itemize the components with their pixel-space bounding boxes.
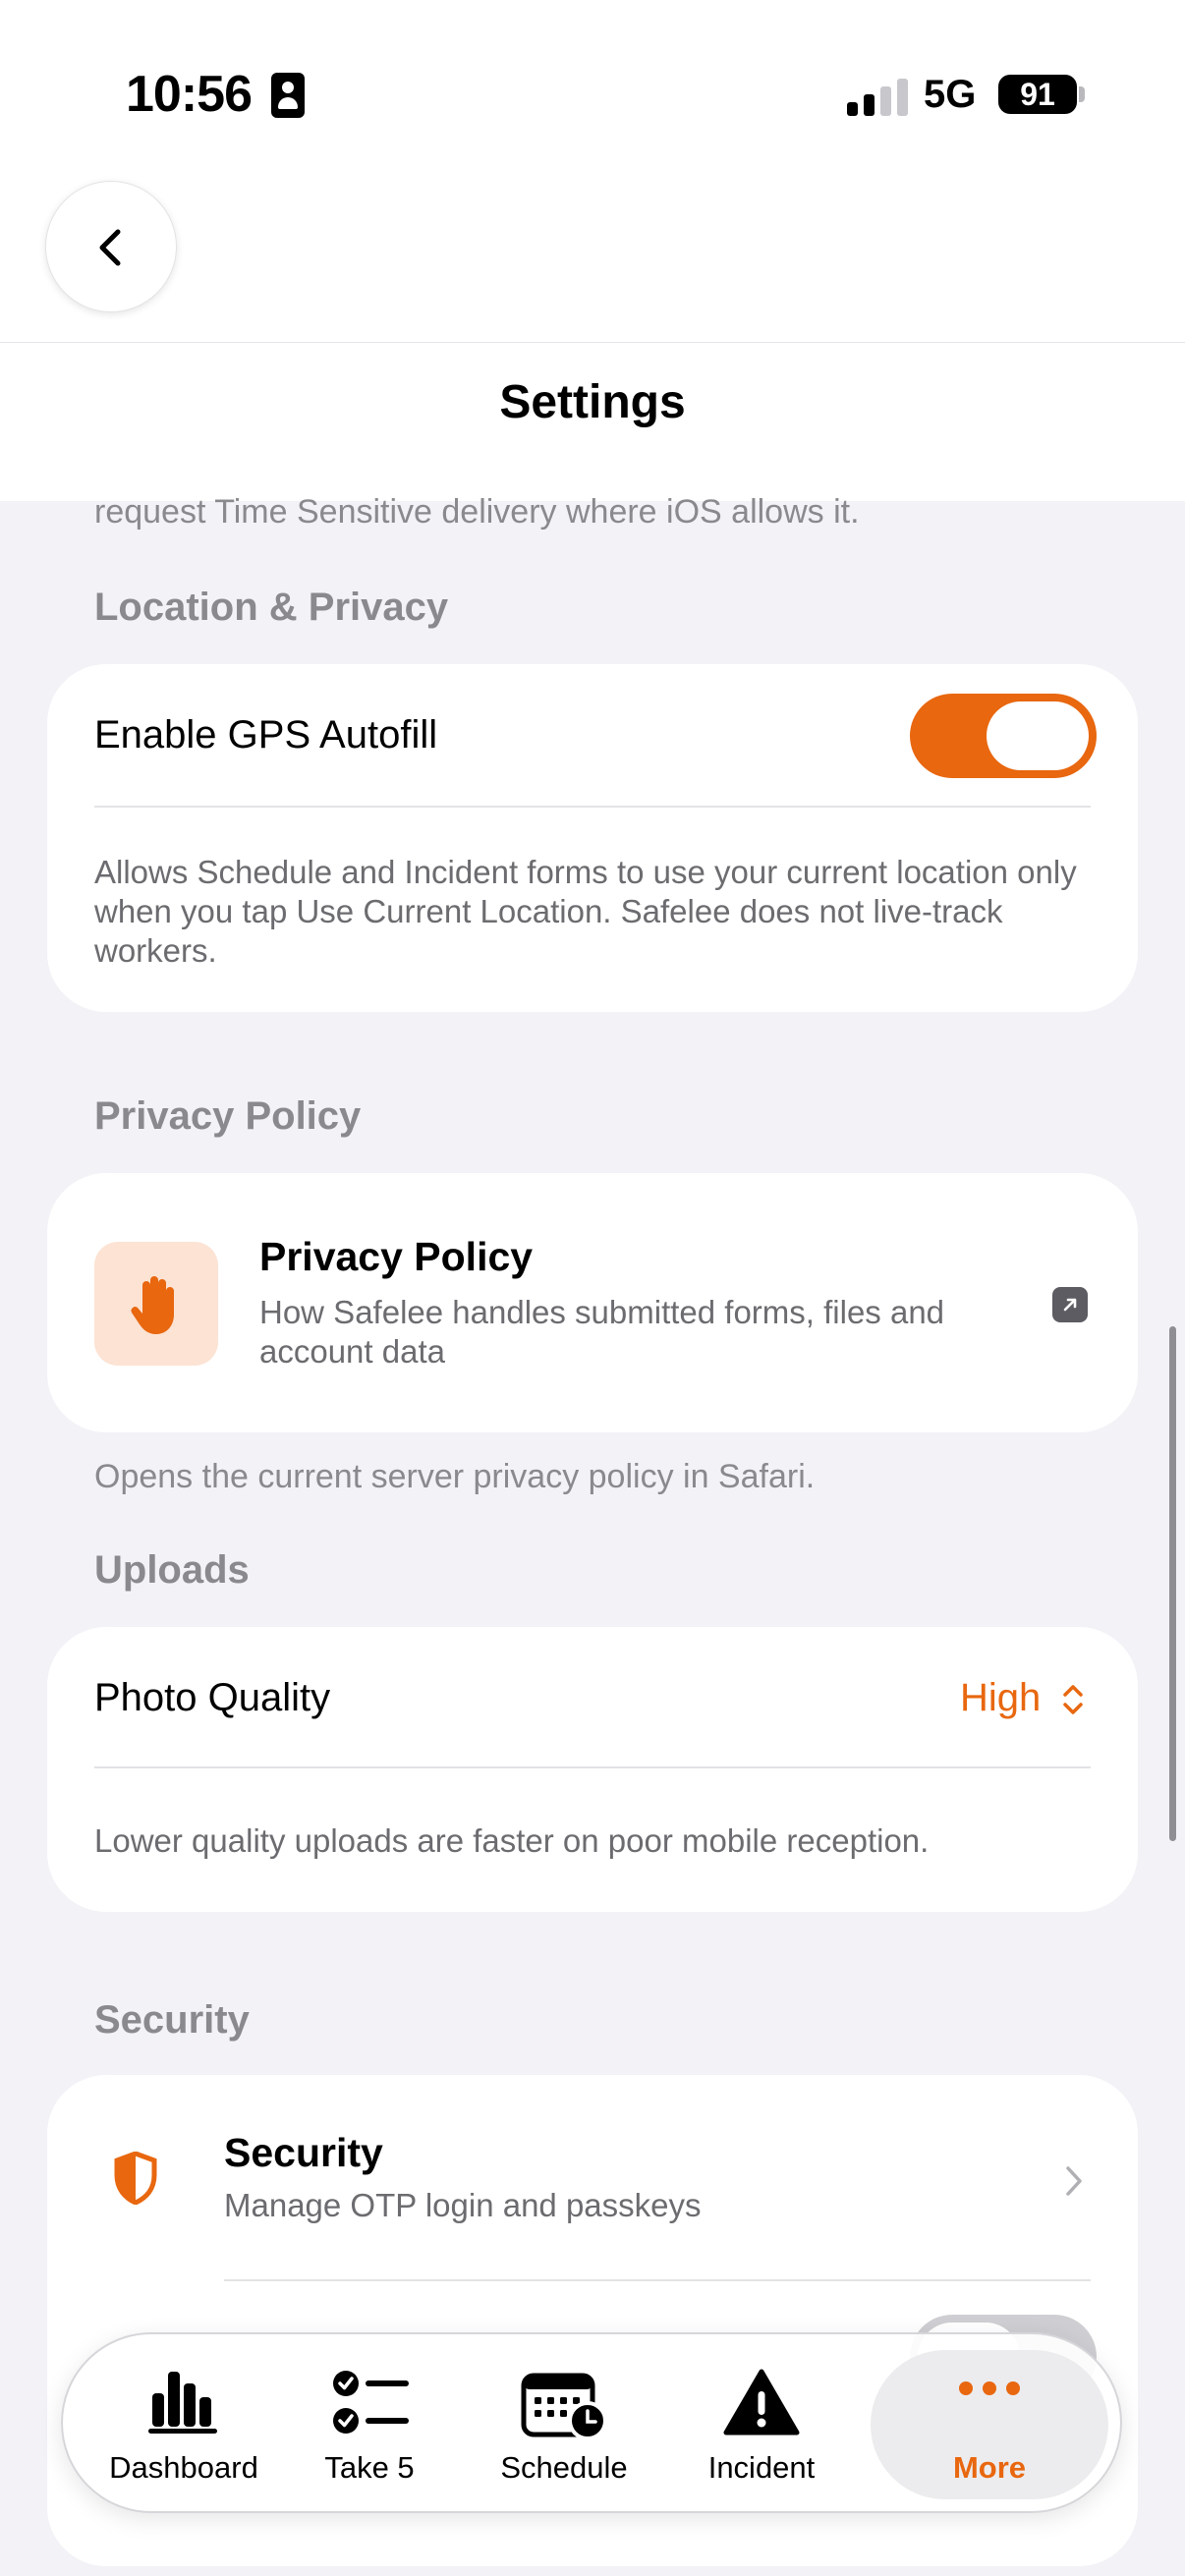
photo-quality-picker[interactable]: High — [960, 1676, 1041, 1720]
tab-dashboard[interactable]: Dashboard — [90, 2334, 277, 2515]
external-link-icon — [1052, 1287, 1088, 1322]
chevron-left-icon — [99, 229, 121, 266]
security-subtitle: Manage OTP login and passkeys — [224, 2187, 702, 2223]
tab-dashboard-label: Dashboard — [109, 2450, 258, 2485]
gps-autofill-description: Allows Schedule and Incident forms to us… — [94, 854, 1077, 969]
warning-icon — [723, 2369, 800, 2436]
hand-icon — [131, 1276, 174, 1334]
signal-icon — [847, 77, 910, 116]
back-button[interactable] — [45, 181, 177, 312]
security-title[interactable]: Security — [224, 2130, 383, 2176]
row-divider — [94, 806, 1091, 808]
gps-autofill-label: Enable GPS Autofill — [94, 713, 438, 756]
calendar-clock-icon — [521, 2373, 607, 2440]
battery-nub — [1079, 86, 1085, 102]
battery-icon: 91 — [998, 75, 1077, 114]
scroll-indicator — [1169, 1326, 1176, 1841]
page-title: Settings — [499, 376, 686, 428]
row-divider — [94, 1766, 1091, 1768]
navigation-header — [0, 157, 1185, 501]
shield-icon — [114, 2152, 157, 2205]
tab-incident-label: Incident — [707, 2450, 816, 2485]
header-divider — [0, 342, 1185, 343]
tab-bar: Dashboard Take 5 Schedule Incident More — [61, 2332, 1122, 2513]
more-dots-icon — [959, 2381, 1020, 2395]
notifications-footer: request Time Sensitive delivery where iO… — [94, 493, 860, 531]
section-header-location-privacy: Location & Privacy — [94, 586, 449, 629]
network-type: 5G — [924, 73, 977, 116]
tab-take-5[interactable]: Take 5 — [291, 2334, 448, 2515]
tab-more-label: More — [952, 2450, 1027, 2485]
privacy-policy-subtitle: How Safelee handles submitted forms, fil… — [259, 1294, 945, 1370]
privacy-policy-title: Privacy Policy — [259, 1234, 534, 1279]
contact-card-icon — [271, 73, 305, 118]
privacy-policy-footer: Opens the current server privacy policy … — [94, 1458, 816, 1495]
chevron-right-icon — [1066, 2166, 1082, 2196]
bar-chart-icon — [148, 2372, 217, 2434]
tab-take-5-label: Take 5 — [324, 2450, 415, 2485]
tab-schedule-label: Schedule — [500, 2450, 628, 2485]
privacy-policy-icon-tile — [94, 1242, 218, 1366]
uploads-card — [47, 1627, 1138, 1912]
gps-autofill-toggle[interactable] — [910, 694, 1097, 778]
tab-schedule[interactable]: Schedule — [466, 2334, 662, 2515]
tab-incident[interactable]: Incident — [672, 2334, 851, 2515]
tab-more[interactable]: More — [871, 2334, 1108, 2515]
row-divider — [224, 2279, 1091, 2281]
status-time: 10:56 — [126, 66, 253, 123]
section-header-security: Security — [94, 1998, 250, 2042]
section-header-privacy-policy: Privacy Policy — [94, 1094, 362, 1138]
checklist-icon — [333, 2371, 409, 2434]
photo-quality-label: Photo Quality — [94, 1676, 331, 1719]
chevron-up-down-icon — [1063, 1685, 1083, 1714]
photo-quality-description: Lower quality uploads are faster on poor… — [94, 1822, 930, 1859]
section-header-uploads: Uploads — [94, 1548, 250, 1592]
